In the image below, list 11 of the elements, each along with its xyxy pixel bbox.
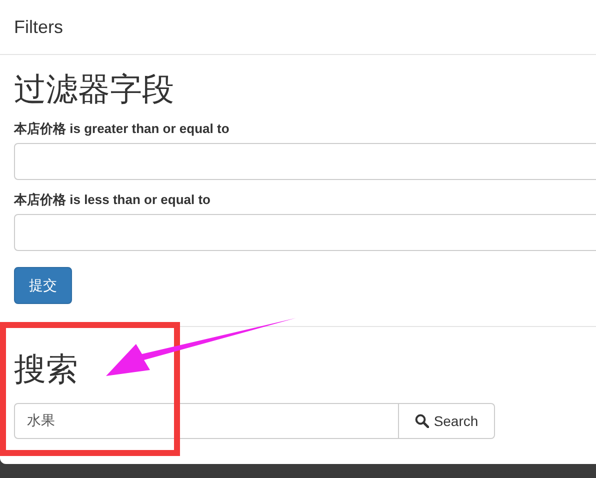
panel-title: Filters [14,16,63,38]
field-label: 本店价格 is greater than or equal to [14,121,230,137]
field-label: 本店价格 is less than or equal to [14,192,212,208]
search-icon [414,414,429,428]
submit-button[interactable]: 提交 [14,267,72,304]
input-field[interactable] [14,214,596,251]
section-heading: 过滤器字段 [14,70,175,109]
search-field[interactable]: 水果 [14,403,399,439]
input-field[interactable] [14,143,596,180]
section-heading: 搜索 [14,350,79,389]
search-button[interactable]: Search [399,403,495,439]
